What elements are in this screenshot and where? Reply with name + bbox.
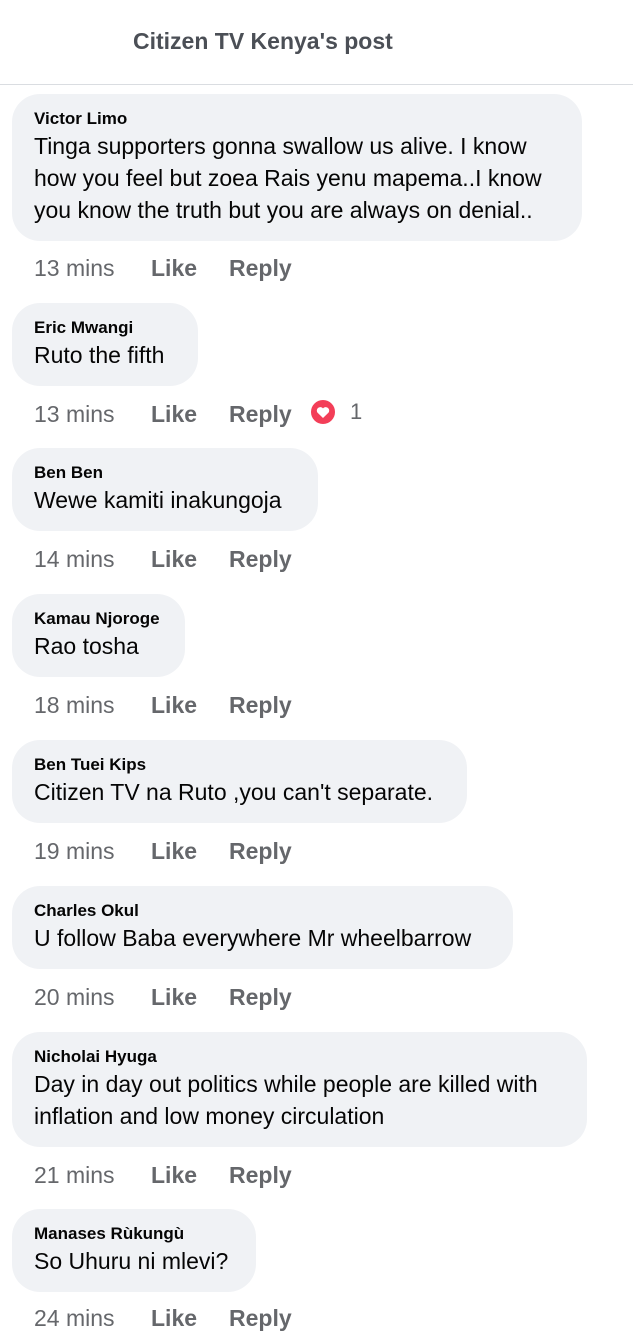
comment-meta: 18 mins Like Reply (34, 689, 292, 719)
reaction-count[interactable]: 1 (350, 398, 362, 426)
like-button[interactable]: Like (151, 1161, 229, 1189)
comment-text-line: how you feel but zoea Rais yenu mapema..… (34, 165, 542, 191)
comment-author[interactable]: Eric Mwangi (34, 317, 176, 339)
comment-text-line: U follow Baba everywhere Mr wheelbarrow (34, 925, 472, 951)
comment-text-line: Day in day out politics while people are… (34, 1071, 538, 1097)
comment-text-line: Rao tosha (34, 633, 139, 659)
reply-button[interactable]: Reply (229, 545, 292, 573)
like-button[interactable]: Like (151, 254, 229, 282)
comment-text-line: inflation and low money circulation (34, 1103, 385, 1129)
comment-bubble[interactable]: Ben Ben Wewe kamiti inakungoja (12, 448, 318, 531)
reply-button[interactable]: Reply (229, 1304, 292, 1332)
love-reaction-icon[interactable] (310, 399, 336, 425)
comment-text-line: Tinga supporters gonna swallow us alive.… (34, 133, 527, 159)
comment-author[interactable]: Victor Limo (34, 108, 560, 130)
comment-timestamp[interactable]: 14 mins (34, 545, 151, 573)
comment-bubble[interactable]: Eric Mwangi Ruto the fifth (12, 303, 198, 386)
comment-author[interactable]: Nicholai Hyuga (34, 1046, 565, 1068)
comment-meta: 21 mins Like Reply (34, 1159, 292, 1189)
like-button[interactable]: Like (151, 837, 229, 865)
comment-meta: 19 mins Like Reply (34, 835, 292, 865)
reply-button[interactable]: Reply (229, 400, 292, 428)
comment-meta: 14 mins Like Reply (34, 543, 292, 573)
comment-text-line: Citizen TV na Ruto ,you can't separate. (34, 779, 434, 805)
like-button[interactable]: Like (151, 691, 229, 719)
comment-bubble[interactable]: Nicholai Hyuga Day in day out politics w… (12, 1032, 587, 1147)
comment-bubble[interactable]: Manases Rùkungù So Uhuru ni mlevi? (12, 1209, 256, 1292)
post-header: Citizen TV Kenya's post (0, 0, 633, 85)
like-button[interactable]: Like (151, 1304, 229, 1332)
comment-text-line: So Uhuru ni mlevi? (34, 1248, 229, 1274)
comment-text-line: you know the truth but you are always on… (34, 197, 533, 223)
like-button[interactable]: Like (151, 400, 229, 428)
comment-bubble[interactable]: Victor Limo Tinga supporters gonna swall… (12, 94, 582, 241)
comment-author[interactable]: Ben Ben (34, 462, 296, 484)
comment-text-line: Ruto the fifth (34, 342, 165, 368)
comment-timestamp[interactable]: 13 mins (34, 400, 151, 428)
comment-timestamp[interactable]: 24 mins (34, 1304, 151, 1332)
comment-timestamp[interactable]: 13 mins (34, 254, 151, 282)
like-button[interactable]: Like (151, 983, 229, 1011)
reply-button[interactable]: Reply (229, 691, 292, 719)
comment-author[interactable]: Manases Rùkungù (34, 1223, 234, 1245)
comment-author[interactable]: Charles Okul (34, 900, 491, 922)
comment-timestamp[interactable]: 21 mins (34, 1161, 151, 1189)
comment-text-line: Wewe kamiti inakungoja (34, 487, 282, 513)
comment-meta: 20 mins Like Reply (34, 981, 292, 1011)
page-title: Citizen TV Kenya's post (133, 28, 393, 54)
comment-author[interactable]: Kamau Njoroge (34, 608, 163, 630)
reply-button[interactable]: Reply (229, 1161, 292, 1189)
comment-timestamp[interactable]: 19 mins (34, 837, 151, 865)
like-button[interactable]: Like (151, 545, 229, 573)
comment-timestamp[interactable]: 20 mins (34, 983, 151, 1011)
comment-bubble[interactable]: Ben Tuei Kips Citizen TV na Ruto ,you ca… (12, 740, 467, 823)
comment-bubble[interactable]: Charles Okul U follow Baba everywhere Mr… (12, 886, 513, 969)
reply-button[interactable]: Reply (229, 837, 292, 865)
comment-author[interactable]: Ben Tuei Kips (34, 754, 445, 776)
comment-timestamp[interactable]: 18 mins (34, 691, 151, 719)
comment-meta: 13 mins Like Reply (34, 252, 292, 282)
reply-button[interactable]: Reply (229, 254, 292, 282)
comment-bubble[interactable]: Kamau Njoroge Rao tosha (12, 594, 185, 677)
comment-meta: 13 mins Like Reply 1 (34, 398, 362, 428)
reply-button[interactable]: Reply (229, 983, 292, 1011)
comment-meta: 24 mins Like Reply (34, 1302, 292, 1332)
